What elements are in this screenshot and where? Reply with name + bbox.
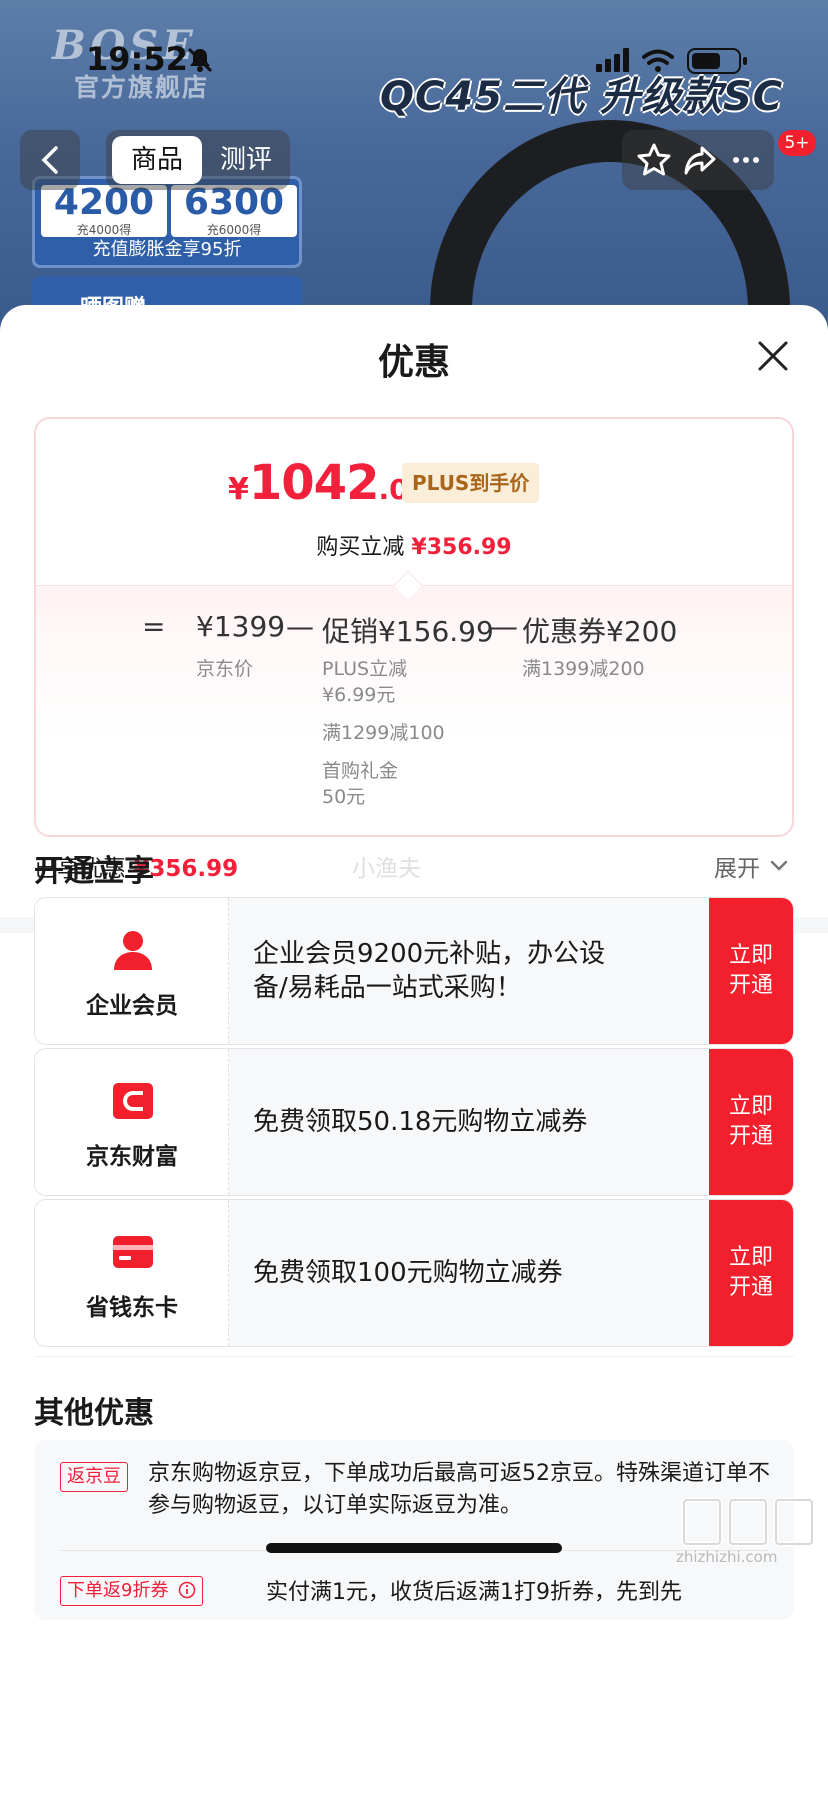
chevron-left-icon [41,146,58,174]
expand-label: 展开 [714,856,760,882]
chevron-down-icon [770,860,788,871]
bell-muted-icon [187,47,213,73]
rebate-coupon-tag[interactable]: 下单返9折券 [60,1576,204,1606]
section-separator [34,1356,794,1357]
coupon-value: 优惠券¥200 [522,615,678,648]
promo-detail-2: ¥6.99元 [322,684,396,706]
top-actions [622,130,774,190]
activate-label-2: 开通 [728,973,773,998]
jd-bean-tag: 返京豆 [60,1462,128,1492]
equals-sign: = [142,610,166,643]
promo-cell-1-value: 4200 [53,182,155,223]
member-left-panel: 企业会员 [35,898,229,1044]
wallet-icon [113,1083,153,1119]
promo-value: 促销¥156.99 [322,615,494,648]
activate-button[interactable]: 立即 开通 [709,1200,793,1346]
formula-row: = ¥1399 — 促销¥156.99 — 优惠券¥200 [36,610,792,650]
member-name: 省钱东卡 [86,1295,178,1321]
member-desc-line1: 企业会员9200元补贴，办公设 [253,939,606,969]
final-price: ¥ 1042 .01 [228,455,428,515]
activate-button[interactable]: 立即 开通 [709,1049,793,1195]
activate-label-2: 开通 [728,1275,773,1300]
battery-icon [687,48,747,74]
instant-discount-value: ¥356.99 [411,535,512,560]
activate-button[interactable]: 立即 开通 [709,898,793,1044]
tab-product[interactable]: 商品 [112,136,202,184]
author-watermark: 小渔夫 [352,856,421,882]
member-description: 免费领取50.18元购物立减券 [253,1049,673,1195]
price-breakdown-card: ¥ 1042 .01 PLUS到手价 购买立减 ¥356.99 = ¥1399 … [34,417,794,837]
activate-label-1: 立即 [728,1094,773,1119]
more-icon[interactable] [726,140,766,180]
share-icon[interactable] [680,140,720,180]
promo-detail-3: 满1299减100 [322,722,445,744]
promo-detail-4: 首购礼金 [322,760,399,782]
member-left-panel: 省钱东卡 [35,1200,229,1346]
info-icon [178,1581,196,1599]
person-icon [114,931,152,970]
member-desc-line1: 免费领取100元购物立减券 [253,1258,563,1288]
product-page-background: BOSE 官方旗舰店 QC45二代 升级款SC 4200 充4000得 6300… [0,0,828,330]
coupon-detail: 满1399减200 [522,658,645,680]
promo-cell-1: 4200 充4000得 [41,185,167,237]
signal-icon [596,48,629,72]
activate-label-1: 立即 [728,1245,773,1270]
instant-discount-row: 购买立减 ¥356.99 [36,529,792,561]
wifi-icon [642,49,674,65]
minus-sign-1: — [286,610,314,643]
card-icon [113,1236,153,1268]
minus-sign-2: — [490,610,518,643]
activate-label-1: 立即 [728,943,773,968]
jd-price-value: ¥1399 [196,610,286,643]
close-icon[interactable] [754,337,792,375]
member-description: 企业会员9200元补贴，办公设 备/易耗品一站式采购！ [253,898,673,1044]
price-integer: 1042 [248,455,380,511]
other-section-title: 其他优惠 [34,1396,154,1431]
price-yen: ¥ [228,472,249,507]
member-description: 免费领取100元购物立减券 [253,1200,673,1346]
status-time: 19:52 [86,40,188,78]
price-formula: = ¥1399 — 促销¥156.99 — 优惠券¥200 京东价 PLUS立减… [36,585,792,835]
message-badge: 5+ [778,130,816,156]
back-button[interactable] [20,130,80,190]
member-card-savings-card[interactable]: 省钱东卡 免费领取100元购物立减券 立即 开通 [34,1199,794,1347]
tab-review[interactable]: 测评 [206,136,286,184]
promo-footer: 充值膨胀金享95折 [92,239,242,260]
top-tabs: 商品 测评 [106,130,290,190]
star-icon[interactable] [634,140,674,180]
plus-price-tag: PLUS到手价 [402,463,540,503]
promo-detail-5: 50元 [322,786,366,808]
jd-price-label: 京东价 [196,658,254,680]
open-section-title: 开通立享 [34,854,154,889]
watermark-logo [681,1497,815,1547]
sheet-title: 优惠 [377,342,450,383]
rebate-coupon-label: 下单返9折券 [67,1580,169,1601]
member-desc-line1: 免费领取50.18元购物立减券 [253,1107,588,1137]
member-left-panel: 京东财富 [35,1049,229,1195]
promo-cell-2-value: 6300 [183,182,285,223]
watermark-url: zhizhizhi.com [676,1548,778,1566]
member-name: 京东财富 [86,1144,178,1170]
member-card-enterprise-real[interactable]: 企业会员 企业会员9200元补贴，办公设 备/易耗品一站式采购！ 立即 开通 [34,897,794,1045]
member-card-jd-wealth[interactable]: 京东财富 免费领取50.18元购物立减券 立即 开通 [34,1048,794,1196]
promo-cell-2: 6300 充6000得 [171,185,297,237]
member-name: 企业会员 [86,993,178,1019]
price-summary: ¥ 1042 .01 PLUS到手价 购买立减 ¥356.99 [36,419,792,585]
home-indicator [266,1543,562,1553]
instant-discount-label: 购买立减 [316,535,405,560]
member-desc-line2: 备/易耗品一站式采购！ [253,973,522,1003]
expand-button[interactable]: 展开 [714,849,790,883]
activate-label-2: 开通 [728,1124,773,1149]
rebate-coupon-text: 实付满1元，收货后返满1打9折券，先到先 [266,1580,682,1605]
promo-detail-1: PLUS立减 [322,658,408,680]
status-icons [596,48,747,74]
